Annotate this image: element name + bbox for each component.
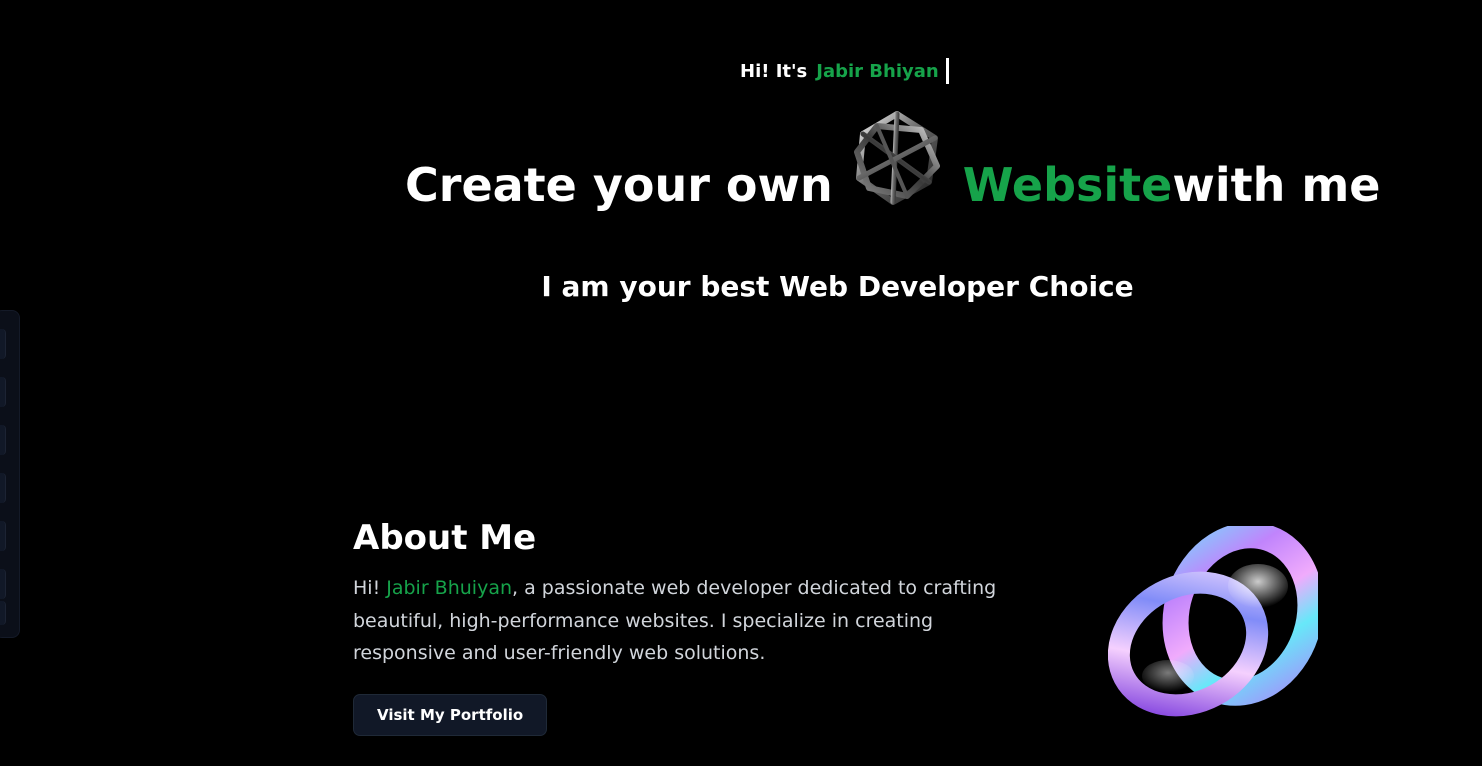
- about-intro-prefix: Hi!: [353, 577, 387, 599]
- hero-title-accent: Website: [962, 158, 1173, 212]
- side-rail-item[interactable]: [0, 329, 6, 359]
- hero-title: Create your own Website with me: [405, 111, 1381, 220]
- typing-cursor: [945, 58, 949, 84]
- side-rail-item[interactable]: [0, 473, 6, 503]
- greeting-name: Jabir Bhiyan: [816, 60, 939, 82]
- wireframe-polyhedron-icon: [833, 111, 963, 220]
- iridescent-ring-icon: [1107, 522, 1324, 726]
- page: Hi! It's Jabir Bhiyan Create your own We…: [0, 0, 1482, 766]
- side-rail-item[interactable]: [0, 377, 6, 407]
- side-rail-item[interactable]: [0, 425, 6, 455]
- hero-title-part2: with me: [1172, 158, 1381, 212]
- about-description: Hi! Jabir Bhuiyan, a passionate web deve…: [353, 572, 1033, 670]
- greeting-prefix: Hi! It's: [740, 60, 808, 82]
- greeting: Hi! It's Jabir Bhiyan: [740, 58, 949, 84]
- side-rail[interactable]: [0, 310, 20, 638]
- hero-subtitle: I am your best Web Developer Choice: [541, 270, 1134, 303]
- side-rail-item[interactable]: [0, 521, 6, 551]
- visit-portfolio-button[interactable]: Visit My Portfolio: [353, 693, 548, 736]
- about-heading: About Me: [353, 518, 537, 558]
- side-rail-item[interactable]: [0, 601, 6, 625]
- about-section: About Me Hi! Jabir Bhuiyan, a passionate…: [353, 514, 1033, 736]
- side-rail-item[interactable]: [0, 569, 6, 599]
- about-name: Jabir Bhuiyan: [386, 577, 512, 599]
- hero-title-part1: Create your own: [405, 158, 833, 212]
